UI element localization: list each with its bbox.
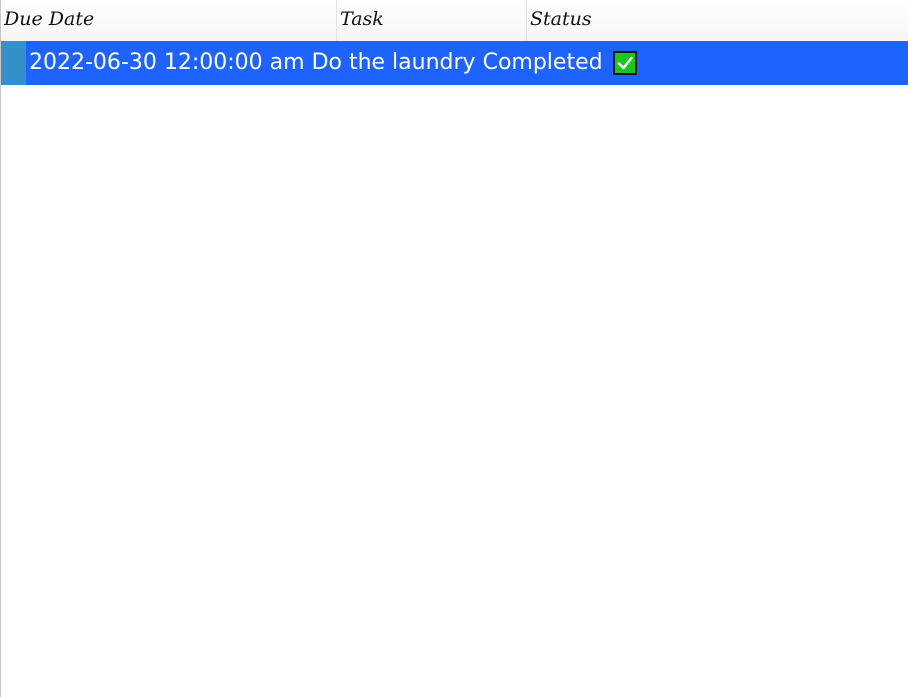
row-selector[interactable] <box>1 41 26 85</box>
column-header-bar: Due Date Task Status <box>1 0 908 42</box>
column-header-status[interactable]: Status <box>527 0 908 41</box>
cell-due-date: 2022-06-30 12:00:00 am <box>29 50 305 75</box>
column-header-task[interactable]: Task <box>337 0 527 41</box>
cell-task: Do the laundry <box>311 50 476 75</box>
cell-status: Completed <box>482 50 603 75</box>
task-list-view[interactable]: Due Date Task Status 2022-06-30 12:00:00… <box>0 0 908 697</box>
table-row[interactable]: 2022-06-30 12:00:00 am Do the laundry Co… <box>1 41 908 85</box>
column-header-due-date[interactable]: Due Date <box>1 0 337 41</box>
check-mark-icon <box>612 51 637 75</box>
